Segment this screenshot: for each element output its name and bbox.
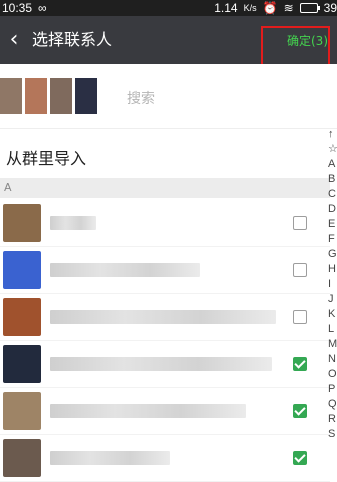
network-speed: 1.14 bbox=[214, 1, 238, 15]
index-letter[interactable]: S bbox=[328, 427, 337, 442]
index-letter[interactable]: ↑ bbox=[328, 127, 337, 142]
selected-avatar[interactable] bbox=[75, 78, 97, 114]
avatar bbox=[3, 439, 41, 477]
select-checkbox[interactable] bbox=[293, 216, 307, 230]
avatar bbox=[3, 298, 41, 336]
page-title: 选择联系人 bbox=[32, 30, 113, 49]
index-letter[interactable]: Q bbox=[328, 397, 337, 412]
alarm-icon: ⏰ bbox=[262, 1, 278, 15]
section-letter: A bbox=[4, 181, 12, 194]
contact-row[interactable] bbox=[0, 294, 330, 341]
index-letter[interactable]: ☆ bbox=[328, 142, 337, 157]
avatar bbox=[3, 392, 41, 430]
index-letter[interactable]: K bbox=[328, 307, 337, 322]
contact-row[interactable] bbox=[0, 388, 330, 435]
contact-row[interactable] bbox=[0, 341, 330, 388]
index-letter[interactable]: R bbox=[328, 412, 337, 427]
selected-avatar[interactable] bbox=[50, 78, 72, 114]
index-letter[interactable]: B bbox=[328, 172, 337, 187]
index-letter[interactable]: I bbox=[328, 277, 337, 292]
index-letter[interactable]: C bbox=[328, 187, 337, 202]
infinity-icon: ∞ bbox=[38, 1, 47, 15]
select-checkbox[interactable] bbox=[293, 263, 307, 277]
select-checkbox[interactable] bbox=[293, 310, 307, 324]
import-from-group[interactable]: 从群里导入 bbox=[0, 140, 330, 176]
index-letter[interactable]: P bbox=[328, 382, 337, 397]
contact-name-blurred bbox=[50, 216, 96, 230]
contact-row[interactable] bbox=[0, 247, 330, 294]
contact-name-blurred bbox=[50, 404, 246, 418]
select-checkbox[interactable] bbox=[293, 357, 307, 371]
avatar bbox=[3, 345, 41, 383]
wifi-icon: ≋ bbox=[283, 1, 294, 15]
index-letter[interactable]: G bbox=[328, 247, 337, 262]
index-letter[interactable]: H bbox=[328, 262, 337, 277]
index-letter[interactable]: L bbox=[328, 322, 337, 337]
status-bar: 10:35 ∞ 1.14 K/s ⏰ ≋ 39 bbox=[0, 0, 337, 16]
import-label: 从群里导入 bbox=[6, 149, 87, 168]
contact-row[interactable] bbox=[0, 200, 330, 247]
contact-name-blurred bbox=[50, 310, 276, 324]
avatar bbox=[3, 204, 41, 242]
speed-unit: K/s bbox=[243, 3, 257, 13]
index-letter[interactable]: N bbox=[328, 352, 337, 367]
status-time: 10:35 bbox=[2, 1, 33, 15]
selected-avatar[interactable] bbox=[25, 78, 47, 114]
contact-name-blurred bbox=[50, 451, 170, 465]
avatar bbox=[3, 251, 41, 289]
contact-name-blurred bbox=[50, 263, 200, 277]
index-letter[interactable]: M bbox=[328, 337, 337, 352]
selected-avatar[interactable] bbox=[0, 78, 22, 114]
section-header: A bbox=[0, 178, 330, 198]
battery-icon bbox=[299, 3, 320, 13]
index-letter[interactable]: J bbox=[328, 292, 337, 307]
search-area[interactable]: 搜索 bbox=[0, 64, 337, 129]
chevron-left-icon[interactable]: ‹ bbox=[4, 28, 24, 52]
alphabet-index-bar[interactable]: ↑ ☆ A B C D E F G H I J K L M N O P Q R … bbox=[328, 127, 337, 442]
select-checkbox[interactable] bbox=[293, 404, 307, 418]
contact-name-blurred bbox=[50, 357, 272, 371]
index-letter[interactable]: F bbox=[328, 232, 337, 247]
battery-level: 39 bbox=[323, 1, 337, 15]
index-letter[interactable]: O bbox=[328, 367, 337, 382]
highlight-annotation bbox=[261, 26, 330, 67]
index-letter[interactable]: A bbox=[328, 157, 337, 172]
select-checkbox[interactable] bbox=[293, 451, 307, 465]
search-input[interactable]: 搜索 bbox=[127, 88, 155, 108]
index-letter[interactable]: D bbox=[328, 202, 337, 217]
index-letter[interactable]: E bbox=[328, 217, 337, 232]
selected-avatars bbox=[0, 78, 97, 114]
contact-row[interactable] bbox=[0, 435, 330, 482]
